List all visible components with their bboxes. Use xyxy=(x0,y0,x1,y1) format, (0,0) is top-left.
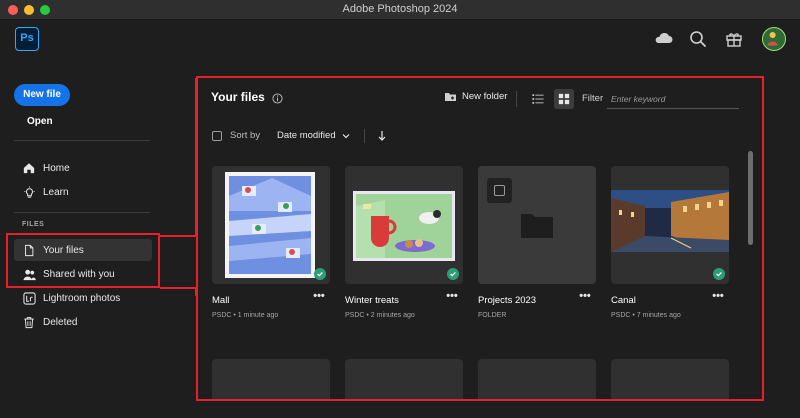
grid-view-button[interactable] xyxy=(554,89,574,109)
folder-card-projects-2023[interactable]: Projects 2023 FOLDER ••• xyxy=(478,166,596,319)
toolbar-divider xyxy=(516,91,517,107)
sidebar-item-shared-with-you[interactable]: Shared with you xyxy=(14,263,152,285)
lightroom-icon xyxy=(22,291,36,305)
file-card-partial[interactable] xyxy=(345,359,463,399)
file-card-winter-treats[interactable]: Winter treats PSDC • 2 minutes ago ••• xyxy=(345,166,463,319)
new-folder-label: New folder xyxy=(462,91,508,102)
sidebar-item-label: Lightroom photos xyxy=(43,292,121,304)
sidebar-item-label: Deleted xyxy=(43,316,78,328)
sidebar-item-label: Home xyxy=(43,162,70,174)
mall-artwork-image xyxy=(225,172,315,278)
more-options-icon[interactable]: ••• xyxy=(578,291,592,302)
synced-check-icon xyxy=(447,268,459,280)
sidebar-item-learn[interactable]: Learn xyxy=(14,181,152,203)
filter-input[interactable] xyxy=(607,89,739,109)
window-title: Adobe Photoshop 2024 xyxy=(342,3,458,15)
new-folder-button[interactable]: New folder xyxy=(444,91,507,102)
select-all-checkbox[interactable] xyxy=(212,131,222,141)
sidebar-item-label: Shared with you xyxy=(43,268,115,280)
synced-check-icon xyxy=(314,268,326,280)
file-card-partial[interactable] xyxy=(212,359,330,399)
file-card-mall[interactable]: Mall PSDC • 1 minute ago ••• xyxy=(212,166,330,319)
filter-label: Filter xyxy=(582,93,604,104)
highlight-connector xyxy=(160,78,197,296)
sidebar-divider xyxy=(14,140,150,141)
sort-dropdown-value: Date modified xyxy=(277,130,336,141)
new-folder-icon xyxy=(445,93,456,101)
gift-icon[interactable] xyxy=(723,28,745,50)
file-thumbnail[interactable] xyxy=(611,166,729,284)
file-icon xyxy=(25,244,34,256)
sort-divider xyxy=(364,129,365,143)
select-checkbox[interactable] xyxy=(487,178,512,203)
home-icon xyxy=(23,163,35,174)
file-name: Projects 2023 xyxy=(478,295,537,306)
photoshop-logo[interactable]: Ps xyxy=(15,27,39,51)
file-name: Winter treats xyxy=(345,295,399,306)
new-file-button[interactable]: New file xyxy=(14,84,70,106)
more-options-icon[interactable]: ••• xyxy=(312,291,326,302)
sidebar-divider xyxy=(14,212,150,213)
sidebar: New file Open Home Learn FILES Your file… xyxy=(0,62,170,418)
sort-direction-arrow-icon[interactable] xyxy=(377,130,387,142)
folder-icon xyxy=(521,214,553,238)
scrollbar[interactable] xyxy=(748,151,753,245)
folder-thumbnail[interactable] xyxy=(478,166,596,284)
app-header: Ps xyxy=(0,20,800,62)
more-options-icon[interactable]: ••• xyxy=(445,291,459,302)
open-button[interactable]: Open xyxy=(27,116,53,127)
file-name: Canal xyxy=(611,295,636,306)
sort-by-label: Sort by xyxy=(230,130,261,141)
winter-treats-artwork-image xyxy=(353,191,455,261)
file-meta: PSDC • 7 minutes ago xyxy=(611,312,681,319)
sidebar-item-your-files[interactable]: Your files xyxy=(14,239,152,261)
file-thumbnail[interactable] xyxy=(212,166,330,284)
file-meta: PSDC • 1 minute ago xyxy=(212,312,279,319)
search-icon[interactable] xyxy=(687,28,709,50)
chevron-down-icon xyxy=(342,133,350,138)
page-title: Your files xyxy=(211,90,265,104)
cloud-icon[interactable] xyxy=(652,28,674,50)
file-card-canal[interactable]: Canal PSDC • 7 minutes ago ••• xyxy=(611,166,729,319)
file-card-partial[interactable] xyxy=(611,359,729,399)
file-name: Mall xyxy=(212,295,230,306)
sidebar-item-lightroom-photos[interactable]: Lightroom photos xyxy=(14,287,152,309)
sidebar-item-label: Your files xyxy=(43,244,84,256)
sidebar-item-home[interactable]: Home xyxy=(14,157,152,179)
shared-users-icon xyxy=(22,269,36,280)
sort-dropdown[interactable]: Date modified xyxy=(277,130,350,141)
grid-view-icon xyxy=(558,93,570,105)
list-view-icon xyxy=(532,94,544,104)
avatar-figure-icon xyxy=(767,31,778,46)
file-meta: FOLDER xyxy=(478,312,507,319)
file-thumbnail[interactable] xyxy=(345,166,463,284)
canal-photo-image xyxy=(611,190,729,252)
list-view-button[interactable] xyxy=(528,89,548,109)
file-meta: PSDC • 2 minutes ago xyxy=(345,312,415,319)
synced-check-icon xyxy=(713,268,725,280)
file-card-partial[interactable] xyxy=(478,359,596,399)
more-options-icon[interactable]: ••• xyxy=(711,291,725,302)
files-section-label: FILES xyxy=(22,221,45,228)
sidebar-item-deleted[interactable]: Deleted xyxy=(14,311,152,333)
info-icon[interactable] xyxy=(272,93,283,104)
lightbulb-icon xyxy=(23,185,35,198)
avatar[interactable] xyxy=(762,27,786,51)
sidebar-item-label: Learn xyxy=(43,186,69,198)
files-panel: Your files New folder Filter Sort by Dat… xyxy=(196,76,764,401)
trash-icon xyxy=(24,316,34,328)
title-bar: Adobe Photoshop 2024 xyxy=(0,0,800,20)
